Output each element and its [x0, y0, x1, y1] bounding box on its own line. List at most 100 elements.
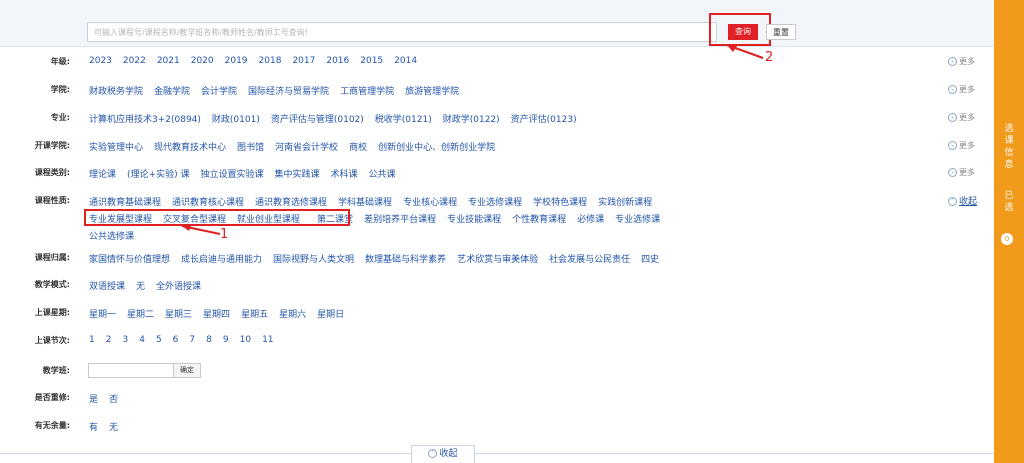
option-course-attribution[interactable]: 数理基础与科学素养 — [365, 255, 446, 265]
option-period[interactable]: 5 — [156, 335, 162, 345]
option-course-nature[interactable]: 学校特色课程 — [533, 198, 587, 208]
option-grade[interactable]: 2017 — [292, 56, 315, 66]
course-info-sidebar[interactable]: 选课信息 已选 — [994, 0, 1024, 463]
option-period[interactable]: 3 — [122, 335, 128, 345]
more-toggle-college[interactable]: ⌄ 更多 — [948, 84, 975, 95]
filter-label-offering-college: 开课学院: — [34, 141, 70, 150]
option-grade[interactable]: 2019 — [225, 56, 248, 66]
option-course-nature[interactable]: 专业选修课 — [615, 215, 660, 225]
option-course-nature[interactable]: 学科基础课程 — [338, 198, 392, 208]
option-weekday[interactable]: 星期一 — [89, 310, 116, 320]
option-offering-college[interactable]: 商校 — [349, 143, 367, 153]
option-college[interactable]: 国际经济与贸易学院 — [248, 87, 329, 97]
search-input[interactable] — [87, 22, 717, 42]
collapse-toggle-course-nature[interactable]: ⌃ 收起 — [948, 194, 977, 207]
option-weekday[interactable]: 星期二 — [127, 310, 154, 320]
more-toggle-major[interactable]: ⌄ 更多 — [948, 112, 975, 123]
more-toggle-grade[interactable]: ⌄ 更多 — [948, 56, 975, 67]
option-college[interactable]: 旅游管理学院 — [405, 87, 459, 97]
filter-options-course-nature-line3: 公共选修课 — [89, 229, 145, 242]
more-toggle-course-type[interactable]: ⌄ 更多 — [948, 167, 975, 178]
option-grade[interactable]: 2023 — [89, 56, 112, 66]
option-period[interactable]: 7 — [189, 335, 195, 345]
option-course-nature[interactable]: 通识教育核心课程 — [172, 198, 244, 208]
filter-label-teaching-class: 教学班: — [42, 366, 70, 375]
option-course-type[interactable]: (理论+实验) 课 — [127, 170, 189, 180]
option-offering-college[interactable]: 图书馆 — [237, 143, 264, 153]
sidebar-selected-label: 已选 — [1004, 191, 1014, 213]
option-weekday[interactable]: 星期六 — [279, 310, 306, 320]
option-course-type[interactable]: 理论课 — [89, 170, 116, 180]
option-period[interactable]: 11 — [262, 335, 273, 345]
collapse-filters-button[interactable]: ⌃ 收起 — [411, 445, 475, 463]
option-grade[interactable]: 2014 — [394, 56, 417, 66]
option-grade[interactable]: 2020 — [191, 56, 214, 66]
option-course-nature[interactable]: 通识教育基础课程 — [89, 198, 161, 208]
reset-button[interactable]: 重置 — [766, 24, 796, 40]
option-period[interactable]: 4 — [139, 335, 145, 345]
option-period[interactable]: 9 — [223, 335, 229, 345]
option-course-attribution[interactable]: 四史 — [641, 255, 659, 265]
option-major[interactable]: 财政(0101) — [212, 115, 260, 125]
option-offering-college[interactable]: 实验管理中心 — [89, 143, 143, 153]
option-course-nature[interactable]: 专业选修课程 — [468, 198, 522, 208]
option-offering-college[interactable]: 现代教育技术中心 — [154, 143, 226, 153]
option-major[interactable]: 资产评估(0123) — [511, 115, 577, 125]
option-course-type[interactable]: 公共课 — [369, 170, 396, 180]
option-course-nature[interactable]: 专业核心课程 — [403, 198, 457, 208]
option-grade[interactable]: 2022 — [123, 56, 146, 66]
option-period[interactable]: 8 — [206, 335, 212, 345]
option-period[interactable]: 1 — [89, 335, 95, 345]
option-course-type[interactable]: 独立设置实验课 — [200, 170, 263, 180]
option-course-nature[interactable]: 实践创新课程 — [598, 198, 652, 208]
option-course-nature[interactable]: 必修课 — [577, 215, 604, 225]
option-major[interactable]: 税收学(0121) — [375, 115, 432, 125]
option-retake[interactable]: 是 — [89, 395, 98, 405]
option-course-type[interactable]: 术科课 — [330, 170, 357, 180]
annotation-arrow-2 — [726, 44, 764, 59]
bottom-divider — [0, 453, 994, 454]
option-grade[interactable]: 2016 — [326, 56, 349, 66]
option-weekday[interactable]: 星期三 — [165, 310, 192, 320]
option-grade[interactable]: 2021 — [157, 56, 180, 66]
option-course-attribution[interactable]: 社会发展与公民责任 — [549, 255, 630, 265]
option-offering-college[interactable]: 河南省会计学校 — [275, 143, 338, 153]
option-major[interactable]: 财政学(0122) — [443, 115, 500, 125]
option-weekday[interactable]: 星期四 — [203, 310, 230, 320]
option-offering-college[interactable]: 创新创业中心、创新创业学院 — [378, 143, 495, 153]
option-course-type[interactable]: 集中实践课 — [274, 170, 319, 180]
query-button[interactable]: 查询 — [728, 24, 758, 40]
option-period[interactable]: 6 — [173, 335, 179, 345]
option-course-attribution[interactable]: 国际视野与人类文明 — [273, 255, 354, 265]
option-course-nature[interactable]: 个性教育课程 — [512, 215, 566, 225]
option-college[interactable]: 金融学院 — [154, 87, 190, 97]
option-college[interactable]: 会计学院 — [201, 87, 237, 97]
option-weekday[interactable]: 星期日 — [317, 310, 344, 320]
option-period[interactable]: 10 — [240, 335, 251, 345]
option-remaining[interactable]: 无 — [109, 423, 118, 433]
option-course-attribution[interactable]: 艺术欣赏与审美体验 — [457, 255, 538, 265]
option-major[interactable]: 计算机应用技术3+2(0894) — [89, 115, 201, 125]
option-course-nature[interactable]: 差别培养平台课程 — [364, 215, 436, 225]
option-period[interactable]: 2 — [106, 335, 112, 345]
chevron-down-icon: ⌄ — [948, 141, 957, 150]
option-course-attribution[interactable]: 成长启迪与通用能力 — [181, 255, 262, 265]
option-weekday[interactable]: 星期五 — [241, 310, 268, 320]
teaching-class-input[interactable] — [88, 363, 174, 378]
option-grade[interactable]: 2015 — [360, 56, 383, 66]
option-major[interactable]: 资产评估与管理(0102) — [271, 115, 364, 125]
more-toggle-offering-college[interactable]: ⌄ 更多 — [948, 140, 975, 151]
option-college[interactable]: 财政税务学院 — [89, 87, 143, 97]
option-grade[interactable]: 2018 — [259, 56, 282, 66]
option-course-nature[interactable]: 通识教育选修课程 — [255, 198, 327, 208]
option-college[interactable]: 工商管理学院 — [340, 87, 394, 97]
option-course-nature[interactable]: 公共选修课 — [89, 232, 134, 242]
confirm-button[interactable]: 确定 — [173, 363, 201, 378]
option-teaching-mode[interactable]: 无 — [136, 282, 145, 292]
option-teaching-mode[interactable]: 全外语授课 — [156, 282, 201, 292]
option-course-attribution[interactable]: 家国情怀与价值理想 — [89, 255, 170, 265]
option-retake[interactable]: 否 — [109, 395, 118, 405]
option-course-nature[interactable]: 专业技能课程 — [447, 215, 501, 225]
option-teaching-mode[interactable]: 双语授课 — [89, 282, 125, 292]
option-remaining[interactable]: 有 — [89, 423, 98, 433]
